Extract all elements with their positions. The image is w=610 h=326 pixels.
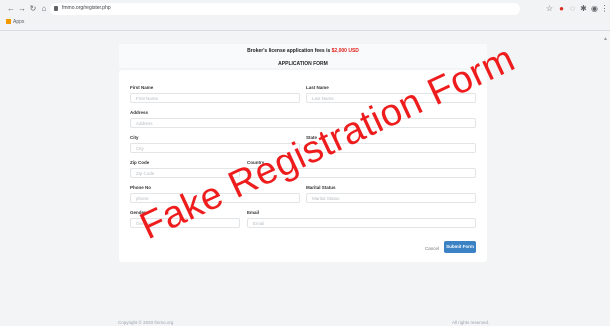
forward-icon[interactable]: → <box>17 4 27 14</box>
fee-banner: Broker's license application fees is $2,… <box>119 44 487 68</box>
reload-icon[interactable]: ↻ <box>28 4 38 14</box>
extension-icon[interactable]: ● <box>557 4 566 13</box>
apps-label: Apps <box>13 19 25 25</box>
first-name-input[interactable]: First Name <box>130 93 300 103</box>
form-title: APPLICATION FORM <box>278 61 328 67</box>
email-label: Email <box>247 210 260 215</box>
phone-input[interactable]: phone <box>130 193 300 203</box>
marital-status-label: Marital Status <box>306 185 336 190</box>
browser-chrome: ← → ↻ ⌂ fmmo.org/register.php ☆ ● ◌ ✱ ◉ … <box>0 0 610 31</box>
extension-puzzle-icon[interactable]: ◌ <box>568 4 577 13</box>
first-name-label: First Name <box>130 85 154 90</box>
scroll-up-icon[interactable]: ▲ <box>603 36 608 42</box>
country-select[interactable] <box>247 168 476 178</box>
back-icon[interactable]: ← <box>6 4 16 14</box>
pin-icon[interactable]: ✱ <box>579 4 588 13</box>
zip-label: Zip Code <box>130 160 150 165</box>
address-bar[interactable]: fmmo.org/register.php <box>50 3 520 15</box>
fee-notice: Broker's license application fees is $2,… <box>119 48 487 54</box>
phone-label: Phone No <box>130 185 151 190</box>
registration-form: First Name First Name Last Name Last Nam… <box>119 70 487 262</box>
cancel-button[interactable]: Cancel <box>425 246 439 251</box>
last-name-input[interactable]: Last Name <box>306 93 476 103</box>
last-name-label: Last Name <box>306 85 329 90</box>
menu-icon[interactable]: ⋮ <box>600 4 609 13</box>
url-text: fmmo.org/register.php <box>62 5 111 11</box>
footer-rights: All rights reserved. <box>452 320 490 325</box>
lock-icon <box>54 6 58 11</box>
bookmarks-apps[interactable]: Apps <box>6 19 24 25</box>
address-label: Address <box>130 110 149 115</box>
fee-amount: $2,000 USD <box>331 48 359 54</box>
country-label: Country <box>247 160 265 165</box>
profile-icon[interactable]: ◉ <box>590 4 599 13</box>
city-input[interactable]: City <box>130 143 300 153</box>
home-icon[interactable]: ⌂ <box>39 4 49 14</box>
gender-label: Gender <box>130 210 146 215</box>
address-input[interactable]: Address <box>130 118 476 128</box>
state-label: State <box>306 135 318 140</box>
footer-copyright: Copyright © 2020 fmmo.org <box>118 320 174 325</box>
submit-button[interactable]: Submit Form <box>444 241 476 253</box>
city-label: City <box>130 135 139 140</box>
marital-status-input[interactable]: Marital Status <box>306 193 476 203</box>
gender-input[interactable]: Gender <box>130 218 240 228</box>
star-icon[interactable]: ☆ <box>545 4 554 13</box>
email-input[interactable]: Email <box>247 218 476 228</box>
zip-input[interactable]: Zip Code <box>130 168 240 178</box>
state-input[interactable] <box>306 143 476 153</box>
apps-grid-icon <box>6 19 11 25</box>
fee-text: Broker's license application fees is <box>247 48 331 54</box>
